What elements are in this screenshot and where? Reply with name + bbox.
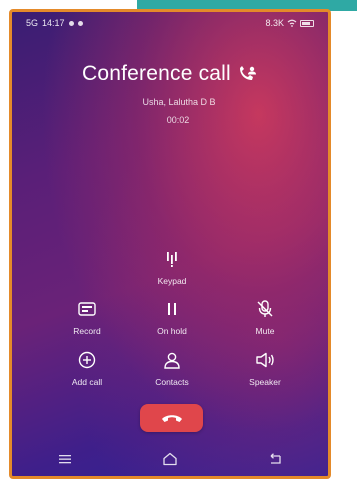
record-icon <box>78 299 96 319</box>
wifi-icon <box>287 19 297 27</box>
hold-button[interactable]: On hold <box>132 299 212 336</box>
mute-label: Mute <box>255 326 275 336</box>
home-nav-button[interactable] <box>140 449 200 469</box>
contacts-label: Contacts <box>155 377 189 387</box>
pause-icon <box>166 299 178 319</box>
record-button[interactable]: Record <box>47 299 127 336</box>
menu-icon <box>58 455 71 464</box>
record-label: Record <box>73 326 101 336</box>
end-call-button[interactable] <box>140 404 203 432</box>
add-call-label: Add call <box>71 377 103 387</box>
status-bar: 5G 14:17 8.3K <box>12 12 328 34</box>
participants-names: Usha, Lalutha D B <box>142 97 216 107</box>
add-call-button[interactable]: Add call <box>47 350 127 387</box>
status-left: 5G 14:17 <box>26 18 83 28</box>
mute-button[interactable]: Mute <box>225 299 305 336</box>
call-title-text: Conference call <box>82 62 231 85</box>
notification-icon <box>68 20 74 26</box>
battery-icon <box>300 19 314 27</box>
contacts-icon <box>163 350 181 370</box>
contacts-button[interactable]: Contacts <box>132 350 212 387</box>
home-icon <box>163 452 177 466</box>
hold-label: On hold <box>157 326 187 336</box>
back-icon <box>270 453 281 464</box>
call-title: Conference call <box>82 62 257 86</box>
back-nav-button[interactable] <box>245 449 305 469</box>
speaker-button[interactable]: Speaker <box>225 350 305 387</box>
add-call-icon <box>78 350 96 370</box>
keypad-label: Keypad <box>157 276 187 286</box>
carrier-label: 5G <box>26 18 39 28</box>
speaker-icon <box>255 350 275 370</box>
conference-call-icon <box>239 66 256 80</box>
data-speed: 8.3K <box>265 18 284 28</box>
notification-icon-2 <box>77 20 83 26</box>
status-right: 8.3K <box>265 18 314 28</box>
mute-mic-icon <box>257 299 273 319</box>
status-time: 14:17 <box>42 18 65 28</box>
keypad-button[interactable]: Keypad <box>132 249 212 286</box>
keypad-icon <box>164 249 180 269</box>
call-timer: 00:02 <box>166 115 190 125</box>
end-call-icon <box>161 415 182 422</box>
speaker-label: Speaker <box>249 377 281 387</box>
navigation-bar <box>12 442 328 476</box>
menu-nav-button[interactable] <box>35 449 95 469</box>
phone-screen: 5G 14:17 8.3K Conference call Usha, Lalu… <box>9 9 331 479</box>
